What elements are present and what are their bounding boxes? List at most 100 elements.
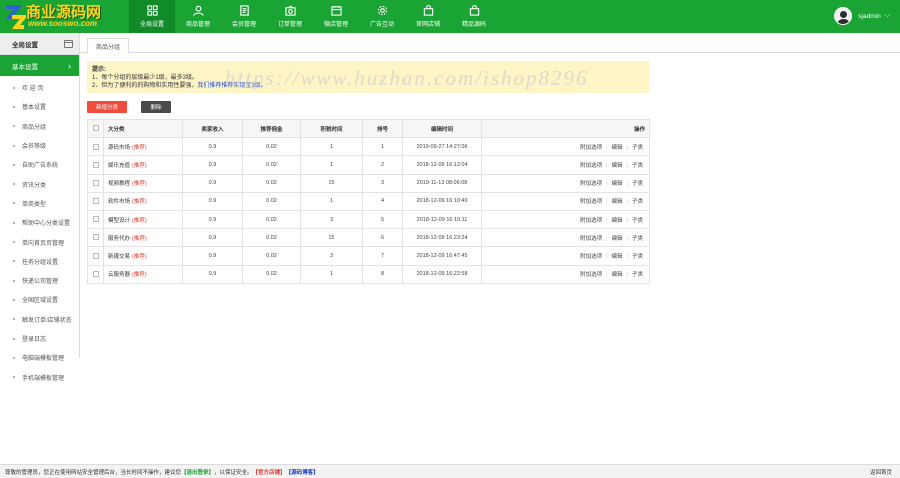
edit-link[interactable]: 编辑 bbox=[612, 199, 623, 205]
extra-options-link[interactable]: 附加选项 bbox=[580, 236, 602, 242]
sidebar-item-8[interactable]: 单向首页页管理 bbox=[0, 232, 79, 251]
nav-item-4[interactable]: 微店管理 bbox=[313, 0, 359, 33]
sidebar-item-7[interactable]: 帮助中心分类设置 bbox=[0, 213, 79, 232]
edit-link[interactable]: 编辑 bbox=[612, 181, 623, 187]
row-checkbox-cell[interactable] bbox=[87, 264, 104, 284]
row-checkbox[interactable] bbox=[92, 234, 99, 241]
edit-link[interactable]: 编辑 bbox=[612, 254, 623, 260]
table-row: 云服务器 (推荐) 0.9 0.02 1 8 2018-12-09 16:22:58 附加选项… bbox=[87, 264, 650, 284]
select-all-checkbox-cell[interactable] bbox=[87, 118, 104, 139]
sidebar-item-14[interactable]: 电脑端模板管理 bbox=[0, 348, 79, 367]
cell-income: 0.9 bbox=[182, 173, 243, 193]
row-checkbox[interactable] bbox=[92, 161, 99, 168]
row-checkbox[interactable] bbox=[92, 179, 99, 186]
sidebar-item-0[interactable]: 欢 迎 页 bbox=[0, 78, 79, 97]
sidebar-item-9[interactable]: 任务分组设置 bbox=[0, 252, 79, 271]
cell-category: 软件市场 (推荐) bbox=[103, 191, 183, 211]
extra-options-link[interactable]: 附加选项 bbox=[580, 272, 602, 278]
sidebar-item-6[interactable]: 单商类型 bbox=[0, 194, 79, 213]
cell-category: 云服务器 (推荐) bbox=[103, 264, 183, 284]
chevron-down-icon[interactable]: ⌵ bbox=[885, 12, 890, 20]
back-home-link[interactable]: 返回首页 bbox=[870, 468, 892, 476]
bullet-icon bbox=[13, 376, 15, 379]
bullet-icon bbox=[13, 202, 15, 205]
sidebar-item-12[interactable]: 触发订单/店铺状态 bbox=[0, 310, 79, 329]
nav-item-2[interactable]: 会员管理 bbox=[221, 0, 267, 33]
extra-options-link[interactable]: 附加选项 bbox=[580, 163, 602, 169]
table-row: 模型设计 (推荐) 0.9 0.02 3 5 2018-12-09 16:10:11 附加选项… bbox=[87, 209, 650, 230]
subcategory-link[interactable]: 子类 bbox=[632, 254, 643, 260]
sidebar-item-label: 手机端模板管理 bbox=[22, 375, 65, 382]
sidebar-item-11[interactable]: 全国区域设置 bbox=[0, 290, 79, 309]
cell-period: 1 bbox=[300, 191, 363, 211]
nav-item-7[interactable]: 精品源码 bbox=[451, 0, 497, 33]
edit-link[interactable]: 编辑 bbox=[612, 145, 623, 151]
subcategory-link[interactable]: 子类 bbox=[632, 199, 643, 205]
sidebar-item-13[interactable]: 登录日志 bbox=[0, 329, 79, 348]
sidebar-item-1[interactable]: 基本设置 bbox=[0, 97, 79, 116]
row-checkbox-cell[interactable] bbox=[87, 155, 104, 175]
add-category-button[interactable]: 新增分类 bbox=[87, 101, 127, 113]
row-checkbox[interactable] bbox=[92, 252, 99, 259]
row-checkbox[interactable] bbox=[92, 143, 99, 150]
tab-product-groups[interactable]: 商品分组 bbox=[87, 38, 130, 54]
row-checkbox-cell[interactable] bbox=[87, 228, 104, 248]
nav-item-0[interactable]: 全局设置 bbox=[129, 0, 175, 33]
nav-item-5[interactable]: 广告互动 bbox=[359, 0, 405, 33]
nav-item-1[interactable]: 商品管理 bbox=[175, 0, 221, 33]
calendar-icon[interactable] bbox=[64, 39, 73, 48]
edit-link[interactable]: 编辑 bbox=[612, 218, 623, 224]
user-menu[interactable]: sjadmin ⌵ bbox=[834, 7, 890, 25]
col-header-edit-time: 编辑时间 bbox=[402, 118, 482, 139]
subcategory-link[interactable]: 子类 bbox=[632, 181, 643, 187]
subcategory-link[interactable]: 子类 bbox=[632, 163, 643, 169]
nav-item-3[interactable]: 订单管理 bbox=[267, 0, 313, 33]
row-checkbox[interactable] bbox=[92, 270, 99, 277]
sidebar-item-4[interactable]: 自助广告系统 bbox=[0, 155, 79, 174]
sidebar-item-2[interactable]: 商品分组 bbox=[0, 117, 79, 136]
subcategory-link[interactable]: 子类 bbox=[632, 272, 643, 278]
nav-item-label: 精品源码 bbox=[461, 22, 486, 28]
sidebar-item-10[interactable]: 快递公司管理 bbox=[0, 271, 79, 290]
sidebar-item-15[interactable]: 手机端模板管理 bbox=[0, 367, 79, 386]
row-checkbox-cell[interactable] bbox=[87, 137, 104, 157]
bullet-icon bbox=[13, 183, 15, 186]
row-checkbox[interactable] bbox=[92, 216, 99, 223]
divider: | bbox=[606, 272, 608, 279]
sidebar-section-basic[interactable]: 基本设置 › bbox=[0, 55, 79, 76]
nav-item-6[interactable]: 官网店铺 bbox=[405, 0, 451, 33]
sidebar-item-5[interactable]: 资讯分类 bbox=[0, 174, 79, 193]
row-checkbox-cell[interactable] bbox=[87, 191, 104, 211]
source-blog-link[interactable]: 【源码博客】 bbox=[286, 468, 319, 476]
site-logo[interactable]: 商业源码网 www.sooswo.com bbox=[0, 0, 128, 33]
extra-options-link[interactable]: 附加选项 bbox=[580, 218, 602, 224]
row-checkbox-cell[interactable] bbox=[87, 246, 104, 266]
extra-options-link[interactable]: 附加选项 bbox=[580, 181, 602, 187]
cell-edit-time: 2019-11-13 08:06:08 bbox=[402, 173, 482, 193]
delete-button[interactable]: 删除 bbox=[141, 101, 171, 113]
cell-actions: 附加选项 | 编辑 | 子类 bbox=[481, 264, 650, 284]
extra-options-link[interactable]: 附加选项 bbox=[580, 199, 602, 205]
extra-options-link[interactable]: 附加选项 bbox=[580, 145, 602, 151]
edit-link[interactable]: 编辑 bbox=[612, 272, 623, 278]
extra-options-link[interactable]: 附加选项 bbox=[580, 254, 602, 260]
divider: | bbox=[626, 199, 628, 206]
select-all-checkbox[interactable] bbox=[92, 125, 99, 132]
col-header-period: 积税时间 bbox=[300, 118, 363, 139]
logout-link[interactable]: 【退出登录】 bbox=[181, 468, 214, 476]
sidebar-item-3[interactable]: 会员等级 bbox=[0, 136, 79, 155]
row-checkbox[interactable] bbox=[92, 198, 99, 205]
cell-commission: 0.02 bbox=[242, 155, 301, 175]
row-checkbox-cell[interactable] bbox=[87, 173, 104, 193]
divider: | bbox=[626, 181, 628, 188]
edit-link[interactable]: 编辑 bbox=[612, 236, 623, 242]
subcategory-link[interactable]: 子类 bbox=[632, 145, 643, 151]
avatar[interactable] bbox=[834, 7, 853, 25]
subcategory-link[interactable]: 子类 bbox=[632, 236, 643, 242]
official-store-link[interactable]: 【官方店铺】 bbox=[253, 468, 286, 476]
bullet-icon bbox=[13, 241, 15, 244]
edit-link[interactable]: 编辑 bbox=[612, 163, 623, 169]
subcategory-link[interactable]: 子类 bbox=[632, 218, 643, 224]
tips-link[interactable]: 我们推荐推荐实现至3级。 bbox=[197, 83, 266, 89]
row-checkbox-cell[interactable] bbox=[87, 209, 104, 230]
